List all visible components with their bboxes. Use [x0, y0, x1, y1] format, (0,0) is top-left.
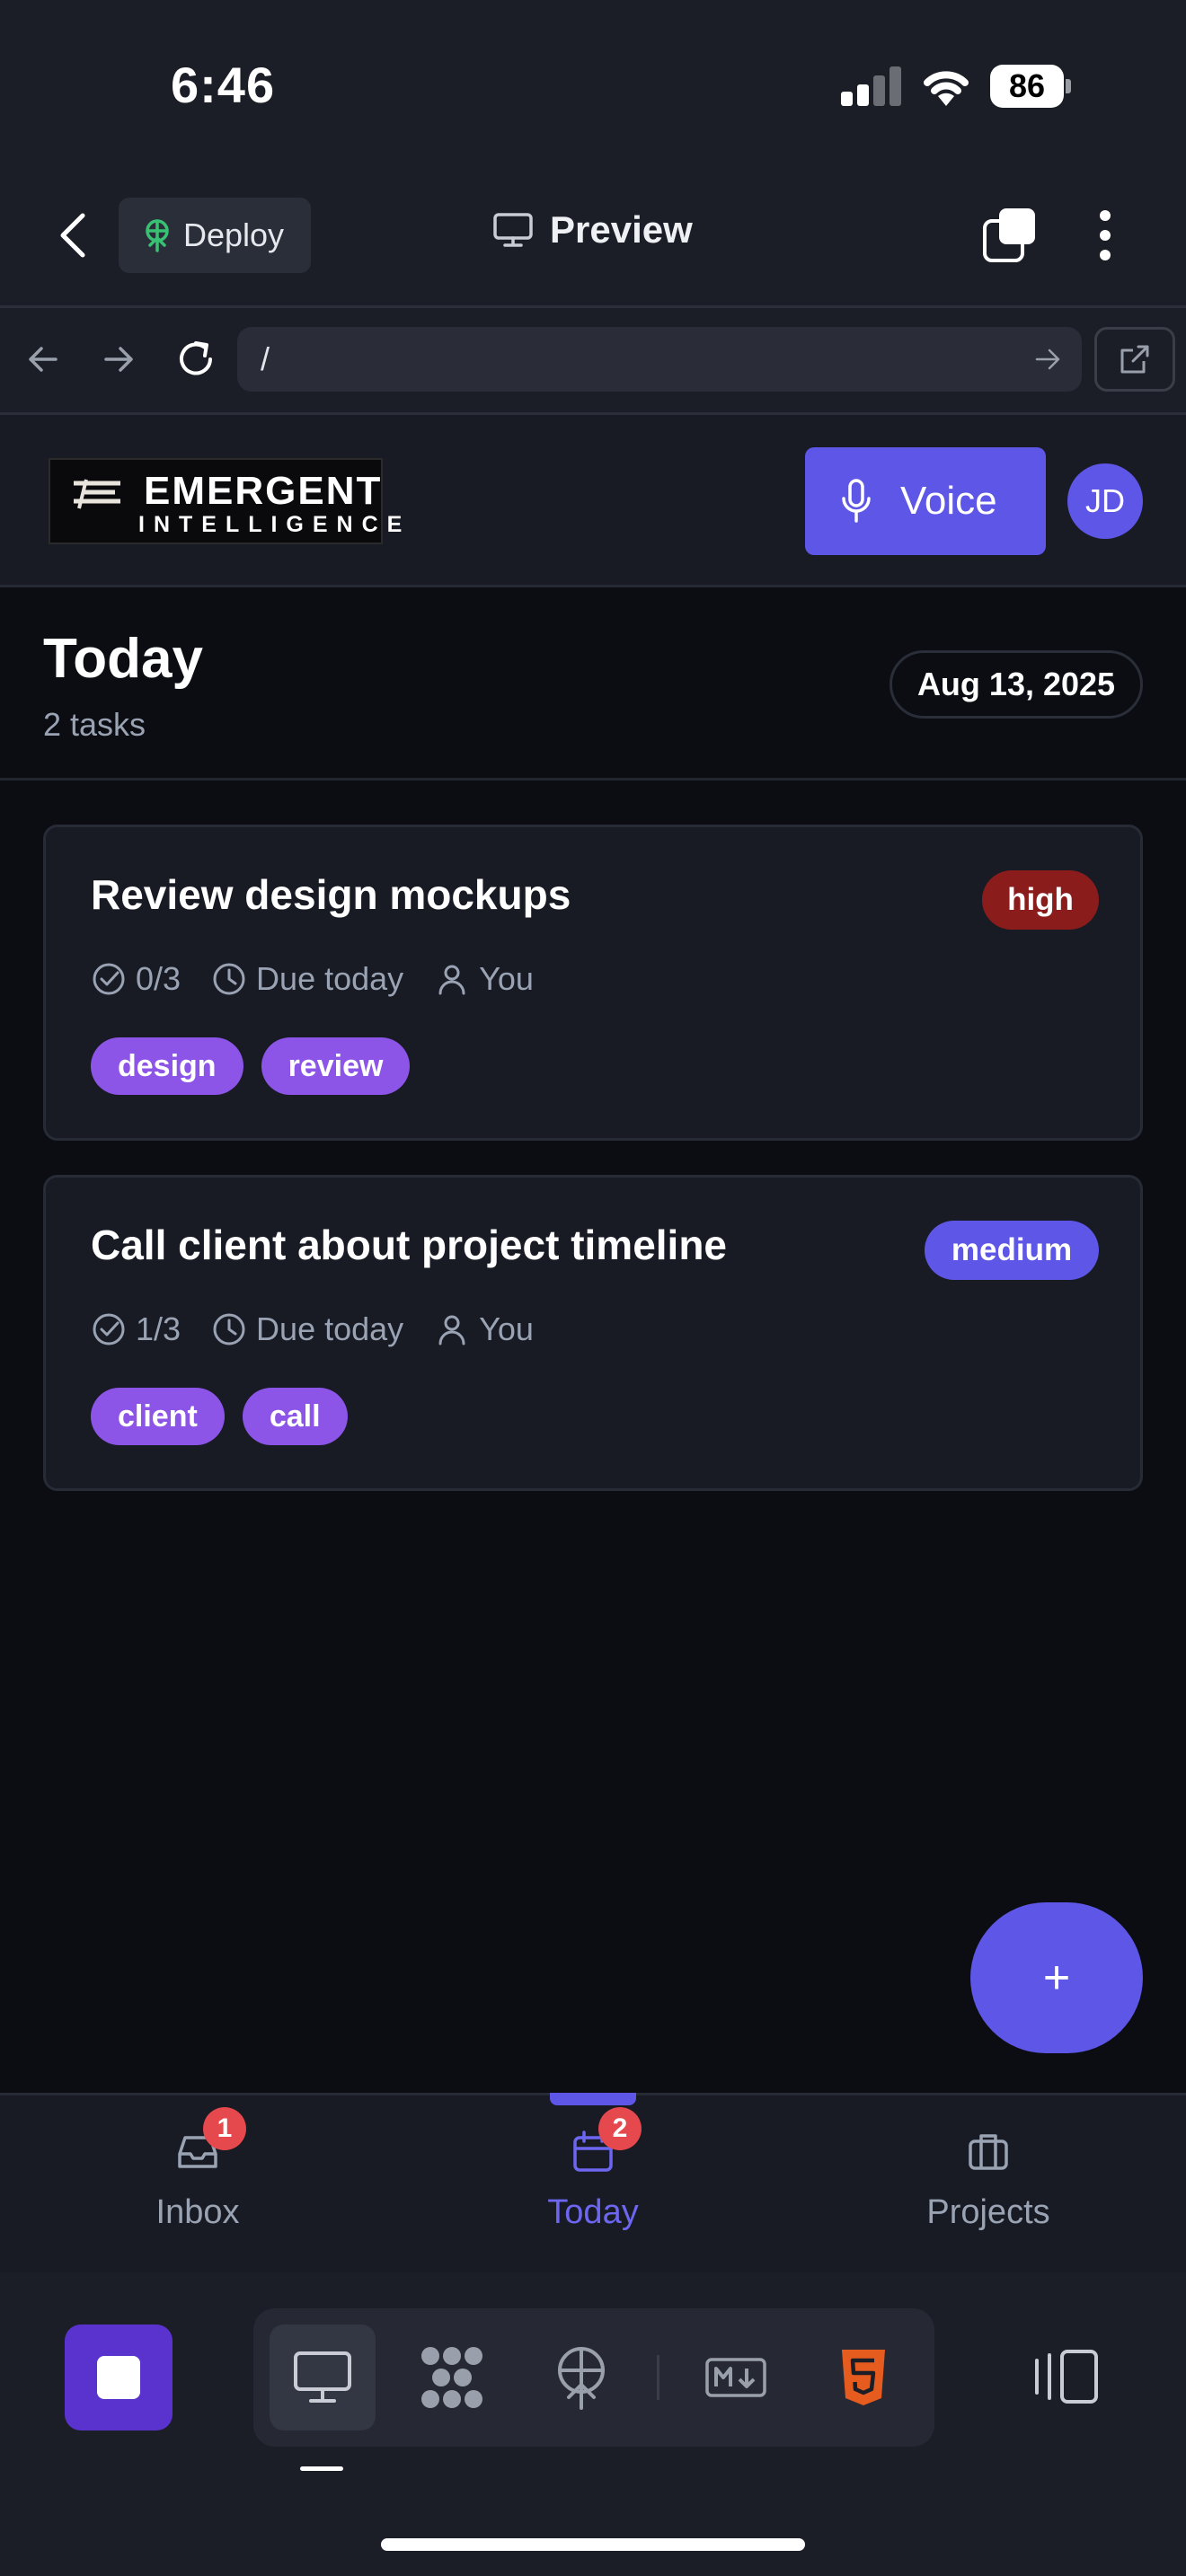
- due-date: Due today: [256, 960, 404, 997]
- tag-list: client call: [91, 1388, 348, 1445]
- browser-back-icon[interactable]: [25, 341, 61, 377]
- apps-button[interactable]: [399, 2325, 505, 2430]
- tabs-icon[interactable]: [981, 207, 1039, 264]
- voice-button[interactable]: Voice: [805, 447, 1046, 555]
- subtask-progress: 1/3: [136, 1310, 181, 1347]
- assignee: You: [479, 960, 534, 997]
- back-chevron-icon[interactable]: [56, 210, 92, 260]
- task-title: Review design mockups: [91, 871, 571, 918]
- logo-text-line1: EMERGENT: [144, 469, 383, 513]
- external-link-icon: [1120, 345, 1149, 374]
- task-count: 2 tasks: [43, 706, 146, 743]
- apps-grid-icon: [421, 2347, 482, 2408]
- battery-level: 86: [990, 65, 1064, 108]
- notification-badge: 1: [203, 2107, 246, 2150]
- assignee: You: [479, 1310, 534, 1347]
- deploy-rocket-icon: [146, 219, 169, 252]
- desktop-preview-icon: [294, 2351, 351, 2403]
- active-tool-indicator: [300, 2466, 343, 2471]
- tag[interactable]: design: [91, 1037, 243, 1095]
- add-task-button[interactable]: +: [970, 1902, 1143, 2053]
- wifi-icon: [924, 71, 969, 106]
- priority-badge: high: [982, 870, 1099, 930]
- task-meta: 1/3 Due today You: [91, 1310, 564, 1348]
- microphone-icon: [842, 479, 871, 523]
- nav-label: Projects: [926, 2193, 1050, 2231]
- page-title: Today: [43, 628, 203, 690]
- preview-title: Preview: [492, 208, 693, 251]
- stop-icon: [97, 2356, 140, 2399]
- date-pill[interactable]: Aug 13, 2025: [890, 650, 1143, 719]
- tag-list: design review: [91, 1037, 411, 1095]
- panel-toggle-icon[interactable]: [1031, 2348, 1100, 2405]
- due-date: Due today: [256, 1310, 404, 1347]
- home-indicator: [381, 2538, 805, 2551]
- notification-badge: 2: [598, 2107, 642, 2150]
- logo-mark-icon: [74, 479, 120, 509]
- user-icon: [438, 1315, 465, 1345]
- desktop-preview-button[interactable]: [270, 2325, 376, 2430]
- deploy-label: Deploy: [183, 216, 285, 253]
- plus-icon: +: [1042, 1952, 1071, 2004]
- task-title: Call client about project timeline: [91, 1222, 728, 1268]
- toolbar-separator: [657, 2355, 659, 2400]
- check-circle-icon: [93, 963, 125, 995]
- open-external-button[interactable]: [1094, 327, 1175, 392]
- nav-item-today[interactable]: 2 Today: [458, 2107, 728, 2232]
- task-meta: 0/3 Due today You: [91, 960, 564, 998]
- active-tab-indicator: [550, 2093, 636, 2105]
- deploy-globe-icon: [558, 2347, 605, 2410]
- check-circle-icon: [93, 1313, 125, 1345]
- briefcase-icon: [969, 2134, 1008, 2170]
- tag[interactable]: review: [261, 1037, 411, 1095]
- browser-forward-icon[interactable]: [101, 341, 137, 377]
- nav-label: Inbox: [155, 2193, 240, 2231]
- task-card[interactable]: Review design mockups high 0/3 Due today…: [43, 825, 1143, 1141]
- html5-icon: [842, 2350, 885, 2405]
- preview-label: Preview: [550, 208, 693, 251]
- clock-icon: [213, 1313, 245, 1345]
- more-options-icon[interactable]: [1093, 208, 1118, 262]
- task-card[interactable]: Call client about project timeline mediu…: [43, 1175, 1143, 1491]
- tag[interactable]: client: [91, 1388, 225, 1445]
- markdown-button[interactable]: [683, 2325, 789, 2430]
- nav-label: Today: [547, 2193, 639, 2231]
- go-arrow-icon[interactable]: [1033, 345, 1062, 374]
- battery-icon: 86: [990, 65, 1071, 108]
- voice-label: Voice: [900, 479, 997, 523]
- reload-icon[interactable]: [174, 338, 217, 381]
- deploy-tool-button[interactable]: [528, 2325, 634, 2430]
- stop-button[interactable]: [65, 2325, 173, 2430]
- subtask-progress: 0/3: [136, 960, 181, 997]
- nav-item-projects[interactable]: Projects: [854, 2127, 1123, 2232]
- status-time: 6:46: [171, 57, 276, 113]
- emergent-logo: EMERGENT INTELLIGENCE: [49, 458, 402, 544]
- cellular-signal-icon: [841, 66, 901, 106]
- priority-badge: medium: [925, 1221, 1099, 1280]
- logo-text-line2: INTELLIGENCE: [138, 512, 412, 537]
- section-divider: [0, 778, 1186, 781]
- nav-item-inbox[interactable]: 1 Inbox: [63, 2107, 332, 2232]
- avatar[interactable]: JD: [1067, 463, 1143, 539]
- url-input[interactable]: /: [237, 327, 1082, 392]
- html-button[interactable]: [810, 2325, 916, 2430]
- monitor-icon: [493, 213, 533, 247]
- deploy-button[interactable]: Deploy: [119, 198, 311, 273]
- clock-icon: [213, 963, 245, 995]
- user-icon: [438, 965, 465, 995]
- markdown-icon: [705, 2358, 766, 2397]
- tag[interactable]: call: [242, 1388, 348, 1445]
